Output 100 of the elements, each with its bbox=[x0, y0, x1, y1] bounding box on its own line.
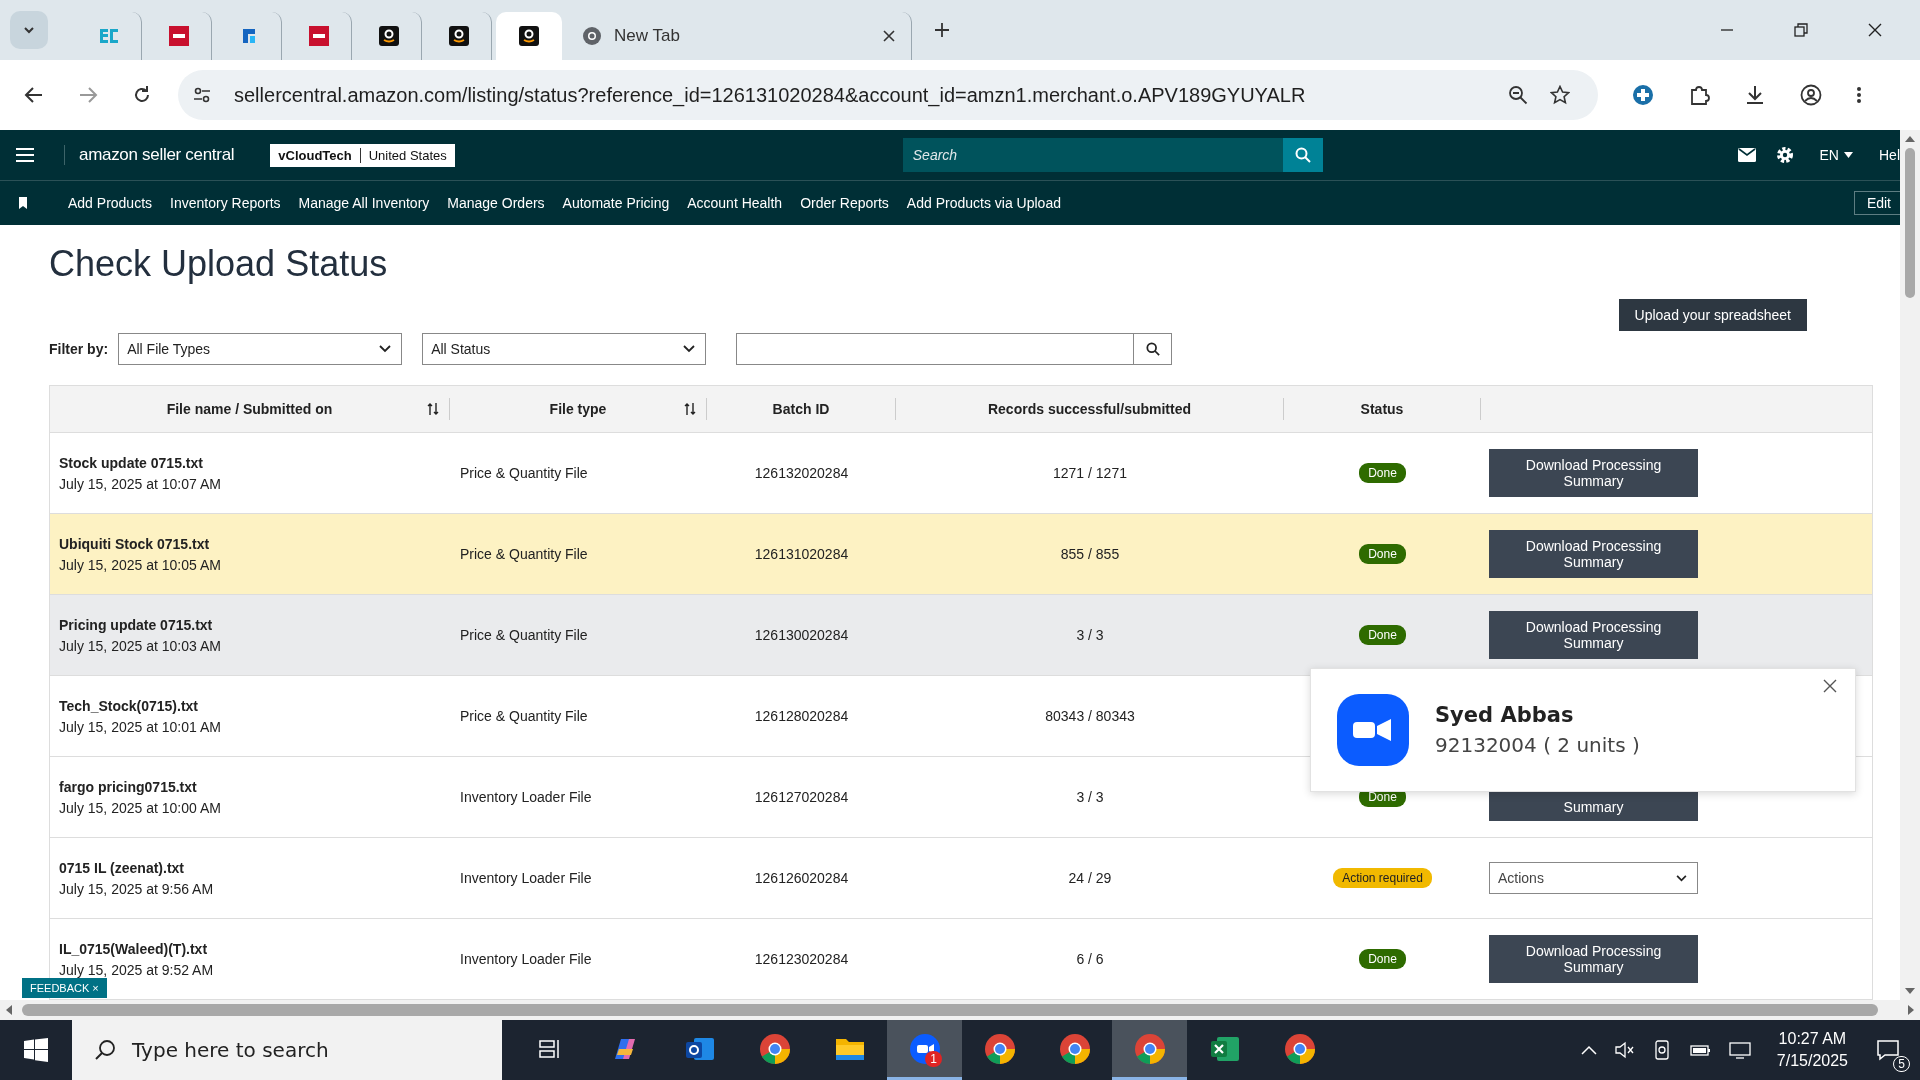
help-link[interactable]: Hel bbox=[1879, 147, 1900, 163]
column-header[interactable]: File type bbox=[549, 401, 607, 417]
search-button[interactable] bbox=[1282, 138, 1323, 172]
download-icon[interactable] bbox=[1744, 84, 1766, 106]
muted-speaker-icon[interactable] bbox=[1614, 1041, 1635, 1059]
table-cell: Inventory Loader File bbox=[460, 951, 592, 967]
search-button[interactable] bbox=[1134, 333, 1173, 365]
notification-popup[interactable]: Syed Abbas 92132004 ( 2 units ) bbox=[1310, 668, 1856, 792]
browser-tab[interactable] bbox=[496, 12, 562, 60]
search-field[interactable] bbox=[736, 333, 1135, 365]
taskbar-app[interactable]: 1 bbox=[887, 1020, 962, 1080]
download-summary-button[interactable]: Download Processing Summary bbox=[1489, 611, 1698, 659]
extension-icon[interactable] bbox=[1632, 84, 1654, 106]
caret-icon bbox=[379, 345, 392, 353]
forward-icon[interactable] bbox=[78, 85, 98, 105]
scroll-right-icon[interactable] bbox=[1908, 1005, 1914, 1015]
new-tab-icon[interactable] bbox=[934, 22, 950, 38]
download-summary-button[interactable]: Download Processing Summary bbox=[1489, 530, 1698, 578]
edit-button[interactable]: Edit bbox=[1853, 191, 1900, 215]
profile-icon[interactable] bbox=[1800, 84, 1822, 106]
account-switcher[interactable]: vCloudTech United States bbox=[270, 143, 455, 167]
battery-icon[interactable] bbox=[1688, 1042, 1711, 1058]
close-icon[interactable] bbox=[1823, 679, 1837, 693]
table-row[interactable]: Ubiquiti Stock 0715.txt July 15, 2025 at 10:05 AM Price & Quantity File 126131020284 855 / 855 Done Download Processing Summary bbox=[50, 514, 1872, 595]
nav-link[interactable]: Manage Orders bbox=[447, 195, 545, 211]
scroll-thumb[interactable] bbox=[1905, 148, 1915, 298]
site-settings-icon[interactable] bbox=[192, 85, 212, 105]
menu-icon[interactable] bbox=[16, 148, 34, 162]
mail-icon[interactable] bbox=[1737, 148, 1756, 162]
filter-dropdown[interactable]: All File Types bbox=[118, 333, 403, 365]
scroll-down-icon[interactable] bbox=[1905, 988, 1915, 994]
table-cell: 126123020284 bbox=[754, 951, 849, 967]
nav-link[interactable]: Automate Pricing bbox=[562, 195, 670, 211]
submitted-date: July 15, 2025 at 9:56 AM bbox=[59, 880, 214, 897]
zoom-out-icon[interactable] bbox=[1508, 85, 1528, 105]
caret-icon bbox=[1676, 874, 1687, 882]
search-field[interactable]: Search bbox=[902, 138, 1283, 172]
windows-icon bbox=[24, 1038, 48, 1062]
chrome-icon bbox=[582, 26, 602, 46]
action-center-button[interactable]: 5 bbox=[1866, 1028, 1910, 1072]
seller-central-logo[interactable]: amazon seller central bbox=[64, 145, 253, 165]
file-name: 0715 IL (zeenat).txt bbox=[59, 859, 184, 876]
reload-icon[interactable] bbox=[132, 85, 152, 105]
settings-icon[interactable] bbox=[1775, 146, 1794, 164]
chevron-up-icon[interactable] bbox=[1580, 1045, 1597, 1055]
taskbar-app[interactable] bbox=[1112, 1020, 1187, 1080]
address-bar[interactable]: sellercentral.amazon.com/listing/status?reference_id=126131020284&account_id=amzn1.merchant.o.APV189GYUYALR bbox=[178, 70, 1598, 120]
table-cell: Inventory Loader File bbox=[460, 870, 592, 886]
caret-icon bbox=[683, 345, 696, 353]
network-icon[interactable] bbox=[1728, 1041, 1751, 1059]
notification-count: 1 bbox=[925, 1051, 942, 1067]
chrome-icon bbox=[1058, 1032, 1091, 1065]
scrollbar[interactable] bbox=[0, 1000, 1920, 1020]
sort-icon[interactable] bbox=[684, 402, 696, 416]
date-text: 7/15/2025 bbox=[1776, 1052, 1848, 1070]
menu-icon[interactable] bbox=[1856, 85, 1862, 105]
table-row[interactable]: Pricing update 0715.txt July 15, 2025 at 10:03 AM Price & Quantity File 126130020284 3 / 3 Done Download Processing Summary bbox=[50, 595, 1872, 676]
notification-count: 5 bbox=[1893, 1056, 1910, 1072]
download-summary-button[interactable]: Download Processing Summary bbox=[1489, 935, 1698, 983]
close-icon[interactable] bbox=[1868, 23, 1882, 37]
puzzle-icon[interactable] bbox=[1688, 84, 1710, 106]
table-cell: 1271 / 1271 bbox=[1053, 465, 1127, 481]
status-badge: Done bbox=[1359, 625, 1406, 645]
sort-icon[interactable] bbox=[427, 402, 439, 416]
bookmark-star-icon[interactable] bbox=[1550, 85, 1570, 105]
nav-link[interactable]: Add Products via Upload bbox=[906, 195, 1061, 211]
bookmark-icon[interactable] bbox=[18, 197, 28, 209]
table-cell: Price & Quantity File bbox=[460, 465, 588, 481]
clock[interactable]: 10:27 AM 7/15/2025 bbox=[1776, 1030, 1848, 1070]
table-cell: 126132020284 bbox=[754, 465, 849, 481]
file-name: Stock update 0715.txt bbox=[59, 454, 203, 471]
feedback-button[interactable]: FEEDBACK × bbox=[22, 978, 107, 998]
device-icon[interactable] bbox=[1652, 1040, 1671, 1060]
scroll-up-icon[interactable] bbox=[1905, 136, 1915, 142]
chrome-icon bbox=[1283, 1032, 1316, 1065]
scroll-thumb[interactable] bbox=[22, 1004, 1878, 1016]
amazon-icon bbox=[519, 26, 539, 46]
submitted-date: July 15, 2025 at 10:05 AM bbox=[59, 556, 221, 573]
back-icon[interactable] bbox=[24, 85, 44, 105]
actions-dropdown[interactable]: Actions bbox=[1489, 862, 1698, 894]
logo-icon bbox=[308, 26, 329, 46]
table-cell: 126127020284 bbox=[754, 789, 849, 805]
nav-link[interactable]: Manage All Inventory bbox=[298, 195, 430, 211]
nav-link[interactable]: Order Reports bbox=[800, 195, 889, 211]
language-selector[interactable]: EN bbox=[1813, 146, 1859, 164]
nav-link[interactable]: Account Health bbox=[687, 195, 783, 211]
nav-link[interactable]: Inventory Reports bbox=[170, 195, 281, 211]
nav-link[interactable]: Add Products bbox=[68, 195, 153, 211]
column-header[interactable]: File name / Submitted on bbox=[166, 401, 333, 417]
restore-icon[interactable] bbox=[1794, 23, 1808, 37]
scrollbar[interactable] bbox=[1900, 130, 1920, 1000]
scroll-left-icon[interactable] bbox=[6, 1005, 12, 1015]
download-summary-button[interactable]: Download Processing Summary bbox=[1489, 449, 1698, 497]
file-name: Pricing update 0715.txt bbox=[59, 616, 213, 633]
app-icon bbox=[1337, 694, 1409, 766]
upload-spreadsheet-button[interactable]: Upload your spreadsheet bbox=[1618, 299, 1807, 331]
filter-dropdown[interactable]: All Status bbox=[422, 333, 707, 365]
notification-title: Syed Abbas bbox=[1435, 703, 1575, 727]
close-icon[interactable] bbox=[883, 30, 895, 42]
taskbar-search-field[interactable]: Type here to search bbox=[72, 1020, 502, 1080]
